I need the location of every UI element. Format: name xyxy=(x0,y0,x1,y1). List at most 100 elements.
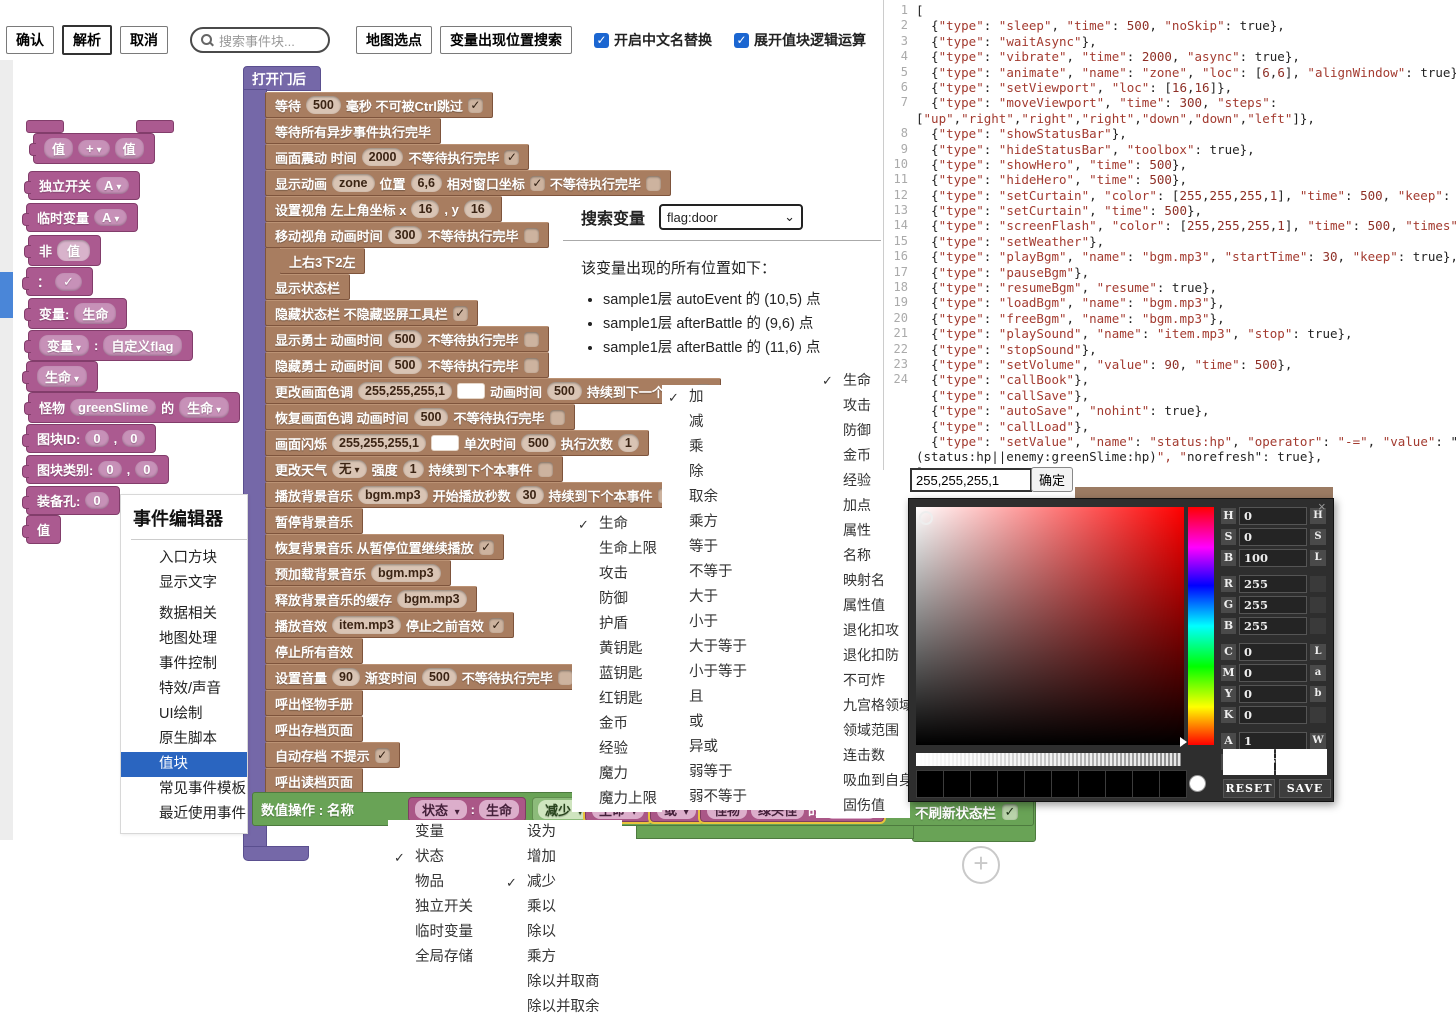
statement-block[interactable]: 隐藏勇士 动画时间500不等待执行完毕 xyxy=(265,352,549,378)
statement-block[interactable]: 设置音量90渐变时间500不等待执行完毕 xyxy=(265,664,583,690)
statement-block[interactable]: 移动视角 动画时间300不等待执行完毕 xyxy=(265,222,549,248)
checkbox-checked-icon[interactable]: ✓ xyxy=(1002,804,1018,820)
block-field[interactable]: 500 xyxy=(388,330,423,348)
menu-item[interactable]: 增加 xyxy=(500,845,622,870)
field-value[interactable]: 0 xyxy=(1239,528,1307,546)
sidebar-item-地图处理[interactable]: 地图处理 xyxy=(121,627,247,652)
menu-item[interactable]: 退化扣攻 xyxy=(816,618,910,643)
checkbox-unchecked-icon[interactable] xyxy=(550,410,565,425)
checkbox-checked-icon[interactable]: ✓ xyxy=(375,748,390,763)
swatch-add-icon[interactable] xyxy=(1189,775,1206,792)
palette-block[interactable]: 图块类别:0,0 xyxy=(26,455,169,484)
save-button[interactable]: SAVE xyxy=(1279,779,1331,798)
palette-block[interactable]: 装备孔:0 xyxy=(26,486,120,515)
palette-block[interactable]: 值+▾值 xyxy=(33,133,155,164)
menu-item[interactable]: 除以并取余 xyxy=(500,995,622,1020)
menu-item[interactable]: 异或 xyxy=(662,735,820,760)
statement-block[interactable]: 等待500毫秒 不可被Ctrl跳过✓ xyxy=(265,92,493,118)
palette-block[interactable]: 图块ID:0,0 xyxy=(26,424,156,453)
menu-item[interactable]: 不等于 xyxy=(662,560,820,585)
palette-block[interactable]: 临时变量A▾ xyxy=(26,203,138,232)
menu-item[interactable]: 吸血到自身 xyxy=(816,768,910,793)
menu-item[interactable]: 独立开关 xyxy=(388,895,500,920)
add-block-button[interactable]: + xyxy=(962,846,1000,884)
statement-block[interactable]: 画面闪烁255,255,255,1单次时间500执行次数1 xyxy=(265,430,649,456)
block-field[interactable]: bgm.mp3 xyxy=(371,564,441,582)
block-dropdown[interactable]: +▾ xyxy=(78,140,110,157)
block-field[interactable]: 0 xyxy=(135,461,158,478)
menu-item[interactable]: 弱等于 xyxy=(662,760,820,785)
block-field[interactable]: 值 xyxy=(115,138,144,159)
statement-block[interactable]: 播放背景音乐bgm.mp3开始播放秒数30持续到下个本事件 xyxy=(265,482,683,508)
block-field[interactable]: 255,255,255,1 xyxy=(358,382,452,400)
menu-item[interactable]: 魔力上限 xyxy=(572,787,662,812)
menu-item[interactable]: 连击数 xyxy=(816,743,910,768)
block-checkbox[interactable]: ✓ xyxy=(55,273,82,291)
block-field[interactable]: 500 xyxy=(388,356,423,374)
menu-item[interactable]: 生命上限 xyxy=(572,537,662,562)
sidebar-item-数据相关[interactable]: 数据相关 xyxy=(121,602,247,627)
sv-cursor-icon[interactable] xyxy=(919,511,933,525)
value-name-field[interactable]: 生命 xyxy=(479,800,519,819)
checkbox-unchecked-icon[interactable] xyxy=(524,358,539,373)
menu-item[interactable]: 护盾 xyxy=(572,612,662,637)
block-socket[interactable]: 值 xyxy=(57,240,90,261)
menu-item[interactable]: 乘方 xyxy=(500,945,622,970)
menu-item[interactable]: 黄钥匙 xyxy=(572,637,662,662)
statement-block[interactable]: 释放背景音乐的缓存bgm.mp3 xyxy=(265,586,477,612)
menu-item[interactable]: 变量 xyxy=(388,820,500,845)
block-field[interactable]: 0 xyxy=(85,492,108,509)
field-value[interactable]: 255 xyxy=(1239,575,1307,593)
sidebar-item-显示文字[interactable]: 显示文字 xyxy=(121,571,247,596)
checkbox-unchecked-icon[interactable] xyxy=(524,332,539,347)
menu-item[interactable]: 九宫格领域 xyxy=(816,693,910,718)
saved-swatch[interactable] xyxy=(1160,770,1187,798)
sidebar-item-特效/声音[interactable]: 特效/声音 xyxy=(121,677,247,702)
menu-item[interactable]: 乘以 xyxy=(500,895,622,920)
saved-swatch[interactable] xyxy=(916,770,944,798)
statement-block[interactable]: 画面震动 时间2000不等待执行完毕✓ xyxy=(265,144,529,170)
flyout-scrollbar-track[interactable] xyxy=(0,60,13,840)
norefresh-toggle[interactable]: 不刷新状态栏 ✓ xyxy=(915,802,1018,822)
menu-item[interactable]: 乘方 xyxy=(662,510,820,535)
block-field[interactable]: 500 xyxy=(521,434,556,452)
field-mode-label[interactable]: W xyxy=(1310,733,1326,749)
menu-item[interactable]: 属性 xyxy=(816,518,910,543)
block-dropdown[interactable]: 无▾ xyxy=(332,460,367,478)
block-field[interactable]: bgm.mp3 xyxy=(358,486,428,504)
block-field[interactable]: greenSlime xyxy=(70,399,156,416)
json-code-panel[interactable]: 1[2 {"type": "sleep", "time": 500, "noSk… xyxy=(883,0,1456,470)
saved-swatch[interactable] xyxy=(1106,770,1133,798)
menu-item[interactable]: 红钥匙 xyxy=(572,687,662,712)
menu-item[interactable]: 等于 xyxy=(662,535,820,560)
hue-slider[interactable] xyxy=(1188,507,1214,745)
expand-logic-toggle[interactable]: ✓ 展开值块逻辑运算 xyxy=(734,30,866,50)
field-value[interactable]: 0 xyxy=(1239,643,1307,661)
menu-item[interactable]: 弱不等于 xyxy=(662,785,820,810)
variable-search-button[interactable]: 变量出现位置搜索 xyxy=(440,26,572,54)
confirm-button[interactable]: 确认 xyxy=(6,26,54,54)
saved-swatch[interactable] xyxy=(1079,770,1106,798)
block-field[interactable]: 2000 xyxy=(362,148,404,166)
field-mode-label[interactable]: L xyxy=(1310,644,1326,660)
menu-item[interactable]: 蓝钥匙 xyxy=(572,662,662,687)
close-icon[interactable]: × xyxy=(1318,499,1326,514)
statement-block[interactable]: 播放音效item.mp3停止之前音效✓ xyxy=(265,612,514,638)
reset-button[interactable]: RESET xyxy=(1223,779,1275,798)
menu-item[interactable]: 魔力 xyxy=(572,762,662,787)
sidebar-item-原生脚本[interactable]: 原生脚本 xyxy=(121,727,247,752)
block-field[interactable]: 30 xyxy=(516,486,544,504)
statement-block[interactable]: 恢复背景音乐 从暂停位置继续播放✓ xyxy=(265,534,504,560)
menu-item[interactable]: 大于 xyxy=(662,585,820,610)
sidebar-item-入口方块[interactable]: 入口方块 xyxy=(121,546,247,571)
statement-block[interactable]: 恢复画面色调 动画时间500不等待执行完毕 xyxy=(265,404,575,430)
checkbox-checked-icon[interactable]: ✓ xyxy=(594,33,609,48)
saved-swatch[interactable] xyxy=(1025,770,1052,798)
color-swatch[interactable] xyxy=(431,435,459,451)
menu-item[interactable]: 物品 xyxy=(388,870,500,895)
block-field[interactable]: 0 xyxy=(85,430,108,447)
menu-item[interactable]: 属性值 xyxy=(816,593,910,618)
menu-item[interactable]: 临时变量 xyxy=(388,920,500,945)
block-field[interactable]: 255,255,255,1 xyxy=(332,434,426,452)
search-input[interactable]: 搜索事件块... xyxy=(190,27,330,53)
